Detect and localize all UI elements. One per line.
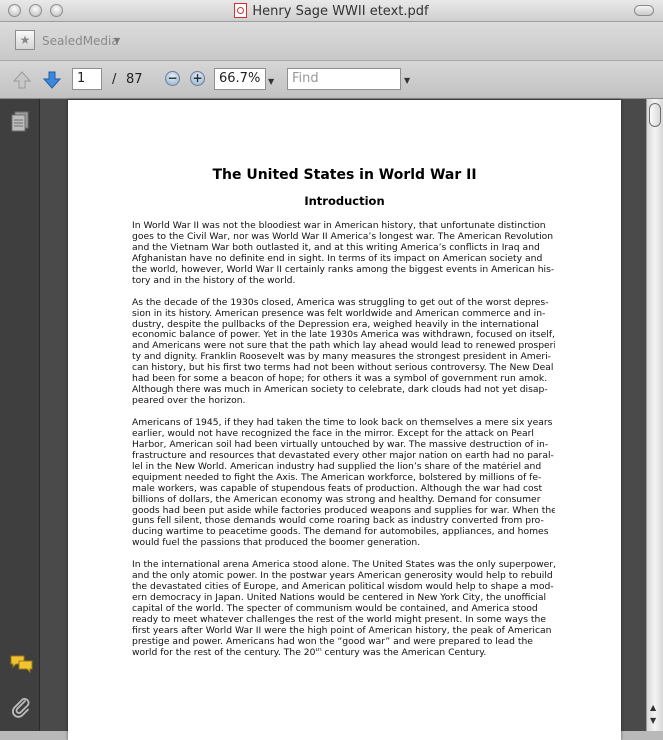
text-segment: century was the American Century. bbox=[321, 647, 487, 658]
scroll-up-arrow-icon[interactable]: ▲ bbox=[650, 703, 656, 712]
text-line: ready to meet whatever challenges the re… bbox=[132, 614, 546, 625]
text-line: guns fell silent, those demands would co… bbox=[132, 516, 544, 527]
pdf-page: The United States in World War II Introd… bbox=[68, 100, 621, 740]
comments-panel-icon[interactable] bbox=[10, 654, 34, 674]
page-number-input[interactable]: 1 bbox=[72, 68, 102, 90]
paragraph-1: In World War II was not the bloodiest wa… bbox=[132, 221, 555, 287]
document-body: In World War II was not the bloodiest wa… bbox=[132, 221, 555, 670]
text-line: goes to the Civil War, nor was World War… bbox=[132, 231, 554, 242]
text-line: first years after World War II were the … bbox=[132, 625, 552, 636]
text-line: male workers, was capable of stupendous … bbox=[132, 483, 543, 494]
window-title-text: Henry Sage WWII etext.pdf bbox=[252, 4, 429, 19]
text-line: Although there was much in American soci… bbox=[132, 385, 548, 396]
sealedmedia-icon[interactable]: ★ bbox=[15, 30, 35, 50]
text-line: and the Vietnam War both outlasted it, a… bbox=[132, 242, 540, 253]
find-input[interactable]: Find bbox=[287, 68, 401, 90]
text-line: Harbor, American soil had been virtually… bbox=[132, 439, 549, 450]
find-dropdown-chevron-icon[interactable]: ▼ bbox=[404, 76, 410, 85]
text-line: equipment needed to fight the Axis. The … bbox=[132, 472, 542, 483]
text-line: As the decade of the 1930s closed, Ameri… bbox=[132, 297, 549, 308]
text-line: Afghanistan have no definite end in sigh… bbox=[132, 253, 543, 264]
sealedmedia-menu-label[interactable]: SealedMedia bbox=[42, 34, 119, 48]
document-title: The United States in World War II bbox=[212, 167, 477, 183]
toolbar-toggle-button[interactable] bbox=[634, 5, 654, 16]
scrollbar-thumb[interactable] bbox=[649, 103, 661, 127]
text-line: economic balance of power. Yet in the la… bbox=[132, 330, 555, 341]
chevron-down-icon[interactable]: ▼ bbox=[114, 36, 120, 45]
text-line: dustry, despite the pullbacks of the Dep… bbox=[132, 319, 539, 330]
window-title: Henry Sage WWII etext.pdf bbox=[0, 3, 663, 19]
text-line: goods had been put aside while factories… bbox=[132, 505, 555, 516]
text-line: billions of dollars, the American econom… bbox=[132, 494, 541, 505]
text-line: tory and in the history of the world. bbox=[132, 275, 296, 286]
pages-panel-icon[interactable] bbox=[10, 111, 30, 133]
zoom-out-button[interactable]: − bbox=[165, 71, 180, 86]
vertical-scrollbar[interactable]: ▲ ▼ bbox=[646, 99, 663, 731]
text-line: had been for some a beacon of hope; for … bbox=[132, 374, 548, 385]
text-line: sion in its history. American presence w… bbox=[132, 308, 546, 319]
text-line: ducing wartime to peacetime goods. The d… bbox=[132, 527, 549, 538]
document-viewport[interactable]: The United States in World War II Introd… bbox=[40, 99, 646, 740]
previous-page-icon[interactable] bbox=[12, 70, 32, 90]
text-line: the world, however, World War II certain… bbox=[132, 264, 555, 275]
paragraph-4: In the international arena America stood… bbox=[132, 560, 555, 658]
text-line: ern democracy in Japan. United Nations w… bbox=[132, 593, 547, 604]
text-line: In the international arena America stood… bbox=[132, 560, 555, 571]
paragraph-2: As the decade of the 1930s closed, Ameri… bbox=[132, 298, 555, 407]
attachments-paperclip-icon[interactable] bbox=[10, 696, 32, 718]
text-line: can history, but his first two terms had… bbox=[132, 363, 554, 374]
next-page-icon[interactable] bbox=[42, 70, 62, 90]
scroll-down-arrow-icon[interactable]: ▼ bbox=[650, 716, 656, 725]
document-subtitle: Introduction bbox=[304, 194, 385, 208]
pdf-file-icon bbox=[234, 3, 248, 18]
text-segment: world for the rest of the century. The 2… bbox=[132, 647, 316, 658]
navigation-sidebar bbox=[0, 99, 40, 731]
page-total: 87 bbox=[126, 72, 143, 87]
navigation-toolbar: 1 / 87 − + 66.7% ▼ Find ▼ bbox=[0, 61, 663, 99]
text-line: and Americans were not sure that the pat… bbox=[132, 341, 555, 352]
window-titlebar: Henry Sage WWII etext.pdf bbox=[0, 0, 663, 22]
text-line: and the only atomic power. In the postwa… bbox=[132, 571, 553, 582]
sealedmedia-bar: ★ SealedMedia ▼ bbox=[0, 22, 663, 61]
text-line: frastructure and resources that devastat… bbox=[132, 450, 554, 461]
zoom-in-button[interactable]: + bbox=[190, 71, 205, 86]
zoom-dropdown-chevron-icon[interactable]: ▼ bbox=[268, 77, 274, 86]
text-line: capital of the world. The specter of com… bbox=[132, 604, 538, 614]
text-line: peared over the horizon. bbox=[132, 396, 246, 407]
text-line: Americans of 1945, if they had taken the… bbox=[132, 418, 553, 428]
page-separator: / bbox=[112, 72, 117, 87]
text-line: In World War II was not the bloodiest wa… bbox=[132, 221, 546, 231]
text-line: prestige and power. Americans had won th… bbox=[132, 636, 533, 647]
zoom-level-field[interactable]: 66.7% bbox=[214, 68, 266, 90]
text-line: lel in the New World. American industry … bbox=[132, 461, 542, 472]
text-line: earlier, would not have recognized the f… bbox=[132, 428, 534, 439]
text-line: ty and dignity. Franklin Roosevelt was b… bbox=[132, 352, 551, 363]
text-line-last: world for the rest of the century. The 2… bbox=[132, 648, 555, 659]
text-line: the devastated cities of Europe, and Ame… bbox=[132, 582, 554, 593]
paragraph-3: Americans of 1945, if they had taken the… bbox=[132, 418, 555, 549]
text-line: would fuel the passions that produced th… bbox=[132, 538, 421, 549]
